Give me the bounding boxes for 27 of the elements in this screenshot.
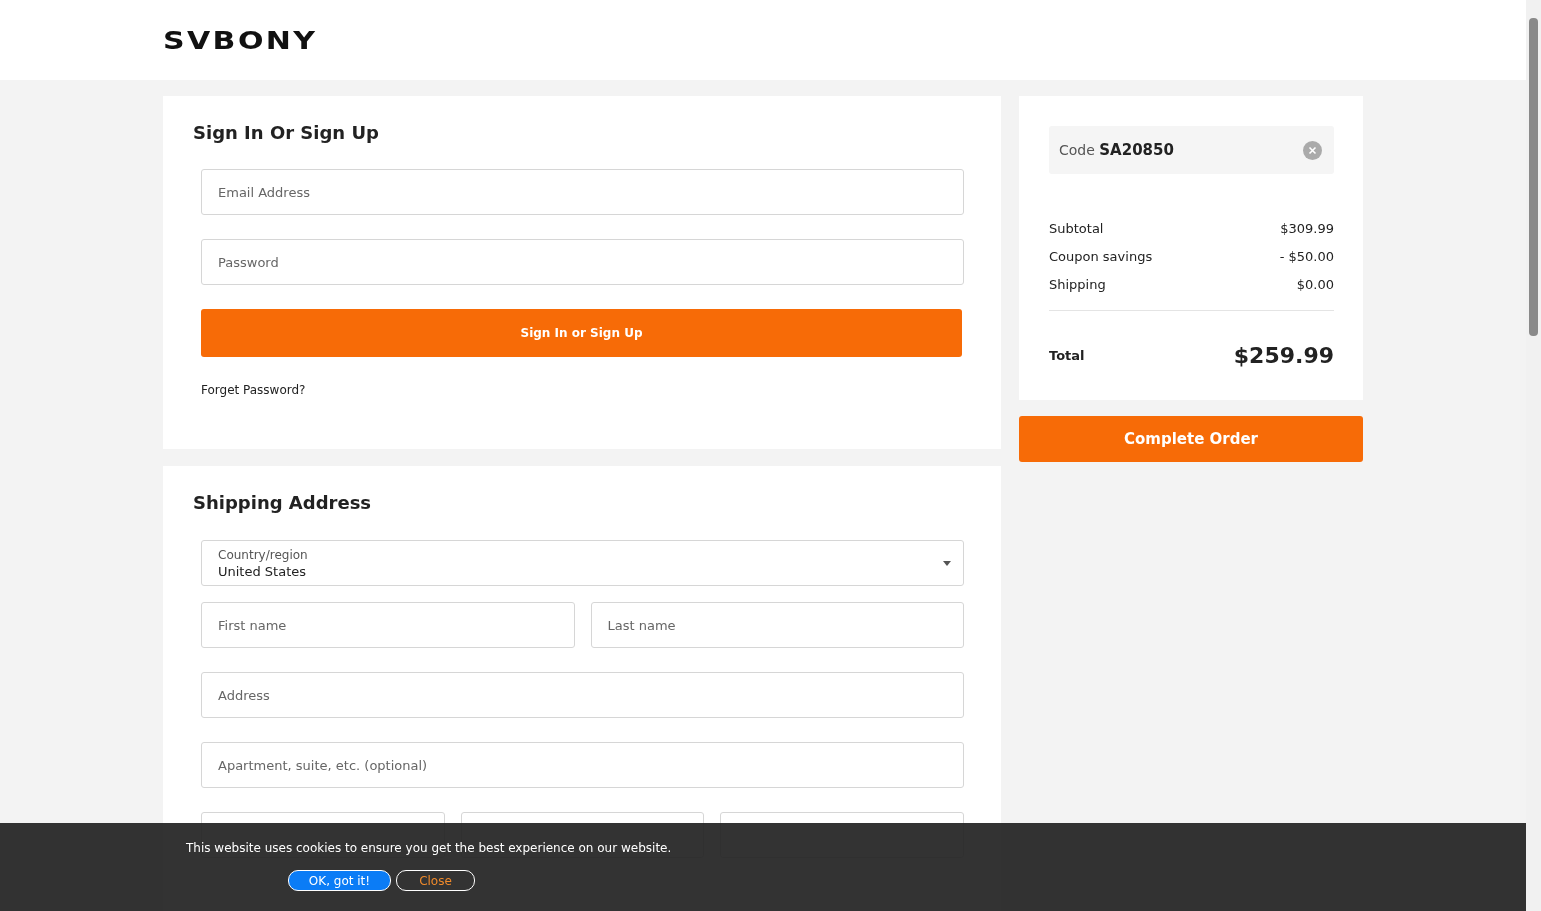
input-field[interactable]: Email Address — [201, 169, 964, 215]
caret-icon — [943, 560, 951, 566]
input-field[interactable]: Last name — [590, 602, 964, 648]
input-field[interactable]: Password — [201, 239, 964, 285]
section-title: Shipping Address — [193, 492, 373, 513]
accept-cookies-button[interactable]: OK, got it! — [288, 870, 391, 891]
close-icon[interactable] — [1303, 140, 1322, 160]
sign-in-button[interactable]: Sign In or Sign Up — [201, 309, 962, 357]
section-title: Sign In Or Sign Up — [193, 122, 380, 143]
summary-value: $309.99 — [1280, 220, 1334, 236]
input-field[interactable]: First name — [201, 602, 575, 648]
summary-label: Subtotal — [1049, 220, 1104, 236]
coupon-code: Code SA20850 — [1059, 141, 1174, 159]
input-field[interactable]: Address — [201, 672, 964, 718]
forgot-password-link[interactable]: Forget Password? — [201, 383, 306, 397]
complete-order-button[interactable]: Complete Order — [1019, 416, 1363, 462]
summary-value: - $50.00 — [1279, 248, 1334, 264]
summary-label: Coupon savings — [1049, 248, 1153, 264]
summary-value: $0.00 — [1296, 276, 1334, 292]
summary-label: Shipping — [1049, 276, 1106, 292]
input-field[interactable]: Apartment, suite, etc. (optional) — [201, 742, 964, 788]
total-value: $259.99 — [1233, 343, 1334, 368]
country-select[interactable]: Country/region United States — [201, 540, 964, 586]
total-label: Total — [1049, 348, 1085, 363]
logo[interactable]: SVBONY — [163, 25, 318, 55]
cookie-message: This website uses cookies to ensure you get the best experience on our website. — [186, 841, 673, 855]
close-button[interactable]: Close — [396, 870, 475, 891]
